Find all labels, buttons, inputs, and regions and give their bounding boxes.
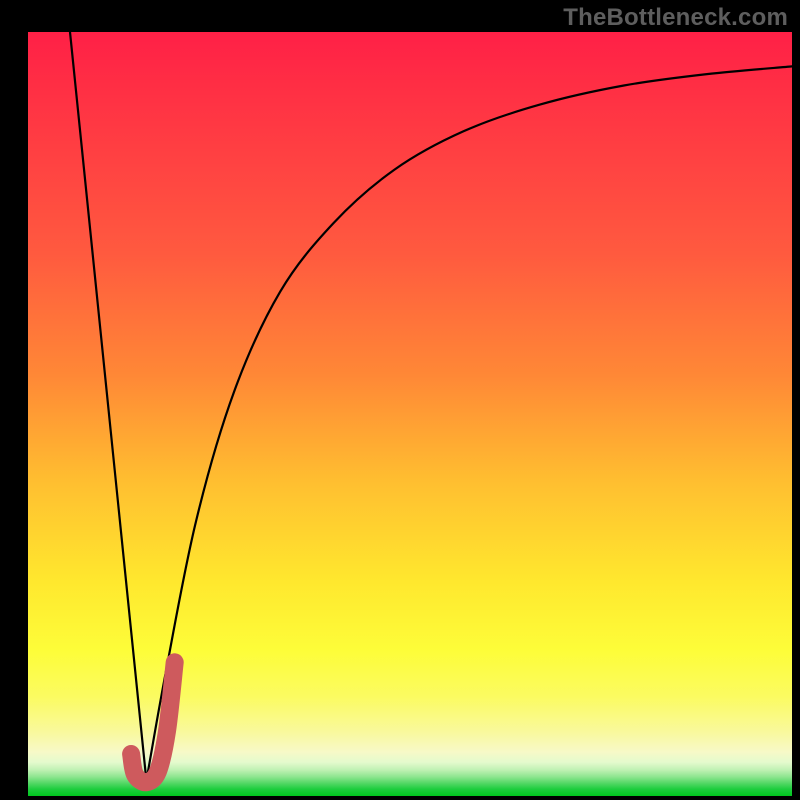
chart-svg <box>28 32 792 796</box>
plot-area <box>28 32 792 796</box>
hook-overlay <box>131 662 175 782</box>
main-rising-curve <box>146 66 792 780</box>
watermark-text: TheBottleneck.com <box>563 4 788 32</box>
chart-frame: TheBottleneck.com <box>0 0 800 800</box>
left-falling-edge <box>70 32 146 781</box>
